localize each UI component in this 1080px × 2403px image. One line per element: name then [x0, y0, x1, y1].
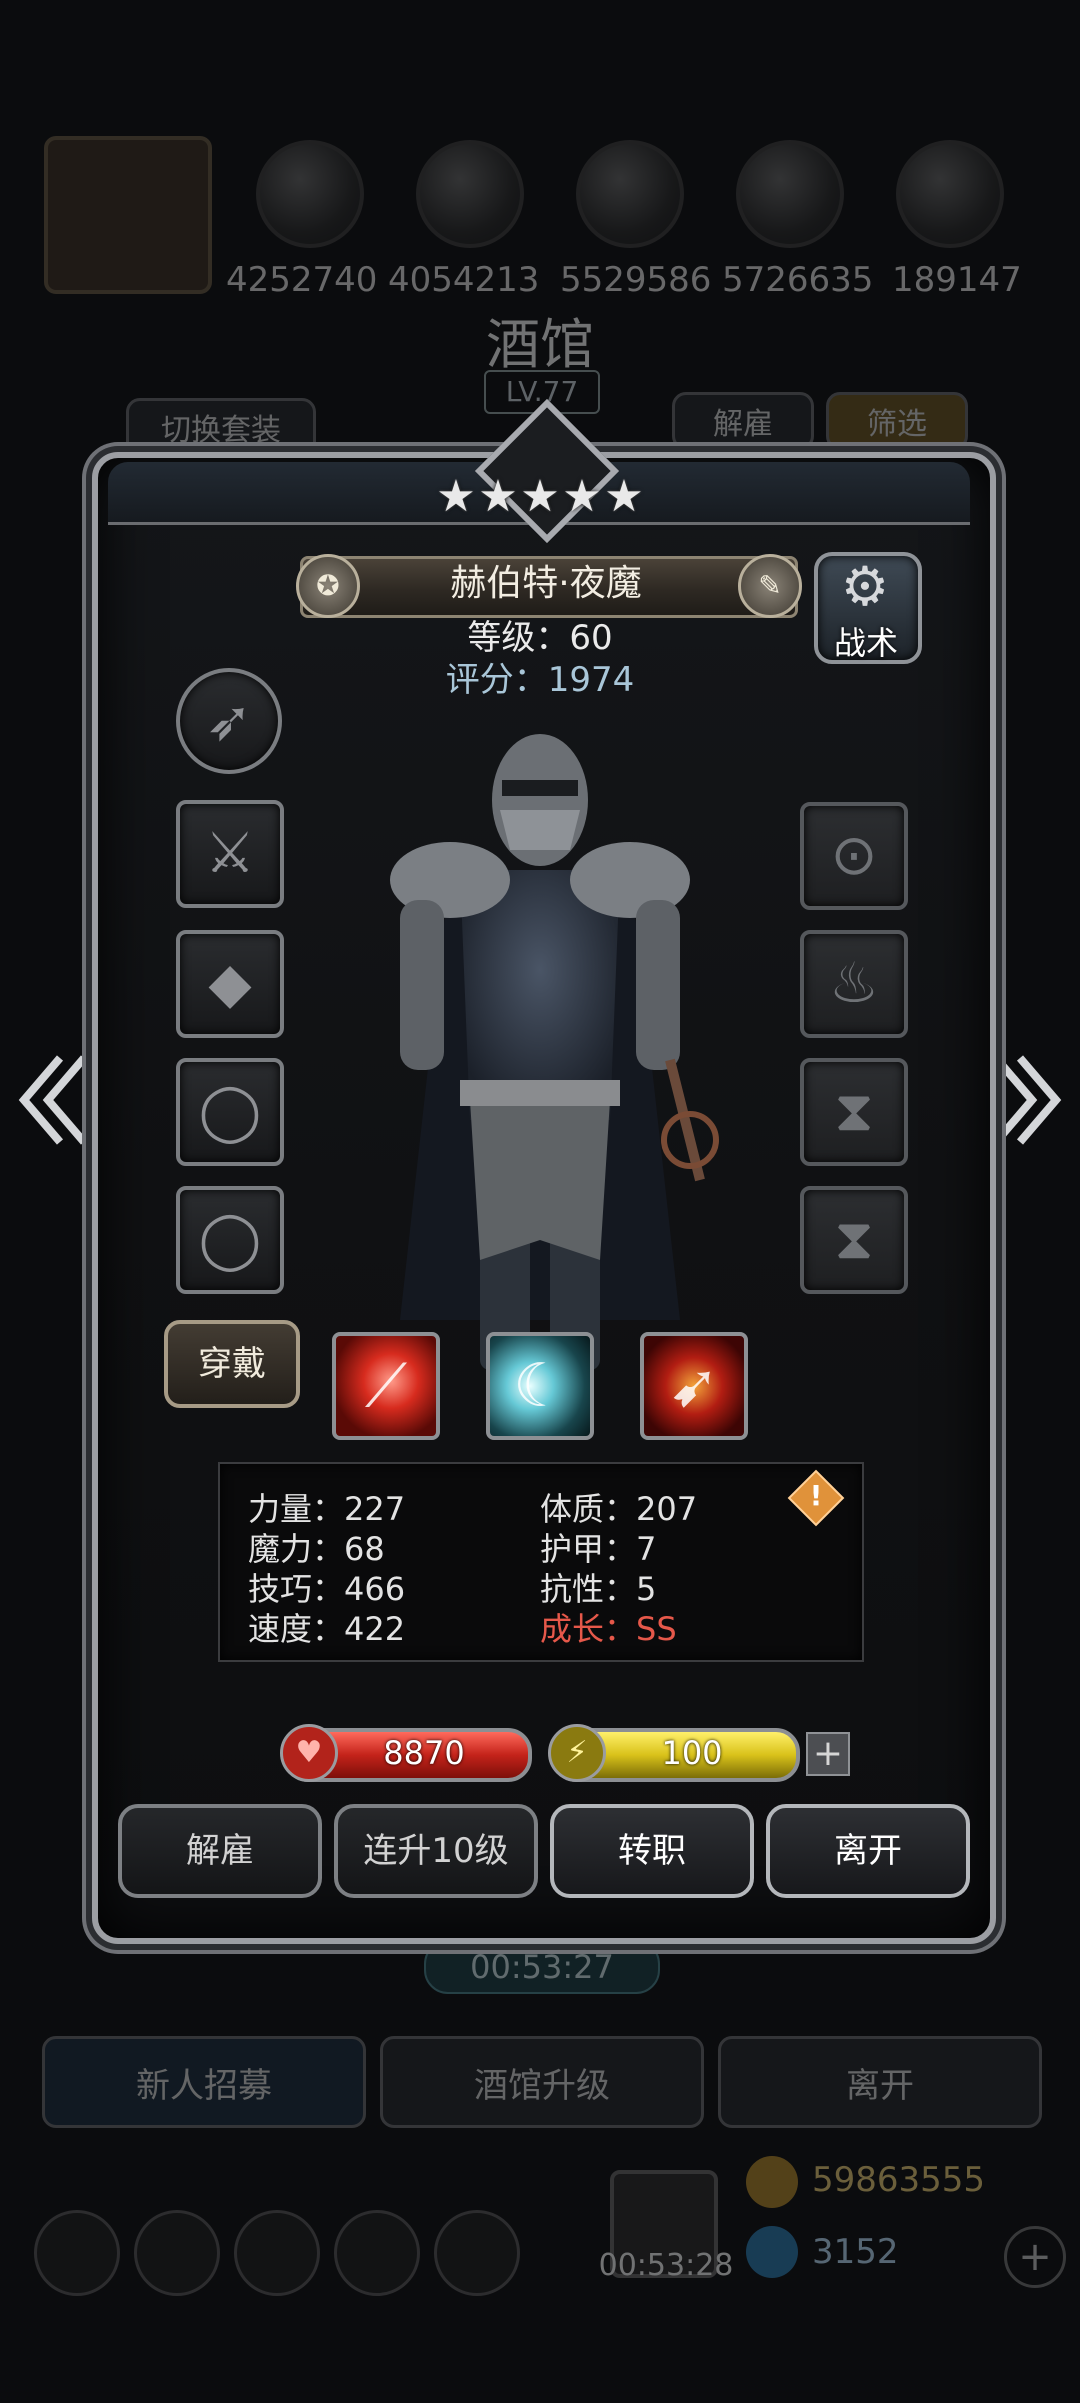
star-icon: ★ [604, 471, 644, 522]
timer-bottom: 00:53:28 [598, 2248, 734, 2283]
stat-growth: 成长：SS [540, 1610, 677, 1648]
crescent-skill-icon: ☾ [513, 1351, 567, 1421]
resource-icon-2 [416, 140, 524, 248]
timer-top: 00:53:27 [424, 1940, 660, 1994]
star-icon: ★ [562, 471, 602, 522]
hall-title: 酒馆 [486, 313, 594, 376]
hourglass-icon: ⧗ [834, 1079, 874, 1144]
menu-icon-4[interactable] [334, 2210, 420, 2296]
star-icon: ★ [520, 471, 560, 522]
resource-icon-1 [256, 140, 364, 248]
resource-value-4: 5726635 [722, 260, 874, 300]
ring-slot-1[interactable]: ◯ [176, 1058, 284, 1166]
dismiss-button[interactable]: 解雇 [118, 1804, 322, 1898]
leave-hall-button[interactable]: 离开 [718, 2036, 1042, 2128]
resource-icon-4 [736, 140, 844, 248]
warning-icon: ! [809, 1479, 823, 1512]
resource-value-5: 189147 [892, 260, 1022, 300]
switch-outfit-button[interactable]: 切换套装 [126, 398, 316, 456]
relic-slot-1[interactable]: ⧗ [800, 1058, 908, 1166]
leave-button[interactable]: 离开 [766, 1804, 970, 1898]
resource-value-2: 4054213 [388, 260, 540, 300]
recruit-button[interactable]: 新人招募 [42, 2036, 366, 2128]
spear-skill-icon: ➹ [668, 1351, 720, 1421]
chevron-left-icon[interactable] [14, 1050, 94, 1150]
blade-icon: ⚔ [204, 821, 256, 886]
change-class-button[interactable]: 转职 [550, 1804, 754, 1898]
stat-speed: 速度：422 [248, 1610, 406, 1648]
hero-score: 评分：1974 [445, 660, 635, 700]
skill-slot-3[interactable]: ➹ [640, 1332, 748, 1440]
edit-name-icon[interactable]: ✎ [738, 554, 802, 618]
hero-name: 赫伯特·夜魔 [450, 563, 642, 604]
flame-icon: ♨ [828, 951, 880, 1016]
resource-icon-3 [576, 140, 684, 248]
menu-icon-5[interactable] [434, 2210, 520, 2296]
hero-portrait [390, 734, 719, 1370]
player-avatar[interactable] [44, 136, 212, 294]
skill-slot-1[interactable]: ⟋ [332, 1332, 440, 1440]
wear-button[interactable]: 穿戴 [164, 1320, 300, 1408]
ring-icon: ◯ [198, 1207, 262, 1272]
add-icon[interactable]: + [1004, 2226, 1066, 2288]
filter-tab[interactable]: 筛选 [826, 392, 968, 450]
upgrade-hall-button[interactable]: 酒馆升级 [380, 2036, 704, 2128]
tactic-label: 战术 [833, 624, 898, 662]
resource-icon-5 [896, 140, 1004, 248]
gem-value: 3152 [812, 2232, 899, 2272]
armor-slot[interactable]: ◆ [176, 930, 284, 1038]
ring-slot-2[interactable]: ◯ [176, 1186, 284, 1294]
feather-slot[interactable]: ➶ [176, 668, 282, 774]
gold-icon [746, 2156, 798, 2208]
relic-slot-2[interactable]: ⧗ [800, 1186, 908, 1294]
medal-icon[interactable]: ✪ [296, 554, 360, 618]
feather-icon: ➶ [205, 689, 253, 754]
menu-icon-3[interactable] [234, 2210, 320, 2296]
gold-value: 59863555 [812, 2160, 986, 2200]
dismiss-tab[interactable]: 解雇 [672, 392, 814, 450]
amulet-icon: ⊙ [830, 823, 878, 888]
amulet-slot[interactable]: ⊙ [800, 802, 908, 910]
weapon-slot[interactable]: ⚔ [176, 800, 284, 908]
hp-value: 8870 [383, 1734, 465, 1772]
star-icon: ★ [436, 471, 476, 522]
level-up-10-button[interactable]: 连升10级 [334, 1804, 538, 1898]
resource-value-3: 5529586 [560, 260, 712, 300]
hourglass-icon: ⧗ [834, 1207, 874, 1272]
gear-icon: ⚙ [840, 555, 890, 618]
menu-icon-2[interactable] [134, 2210, 220, 2296]
element-slot[interactable]: ♨ [800, 930, 908, 1038]
ring-icon: ◯ [198, 1079, 262, 1144]
add-energy-button[interactable]: + [806, 1732, 850, 1776]
armor-icon: ◆ [208, 951, 252, 1016]
slash-skill-icon: ⟋ [365, 1351, 407, 1421]
star-icon: ★ [478, 471, 518, 522]
menu-icon-1[interactable] [34, 2210, 120, 2296]
chevron-right-icon[interactable] [986, 1050, 1066, 1150]
skill-slot-2[interactable]: ☾ [486, 1332, 594, 1440]
gem-icon [746, 2226, 798, 2278]
resource-value-1: 4252740 [226, 260, 378, 300]
energy-value: 100 [661, 1734, 723, 1772]
star-rating: ★ ★ ★ ★ ★ [436, 474, 646, 534]
